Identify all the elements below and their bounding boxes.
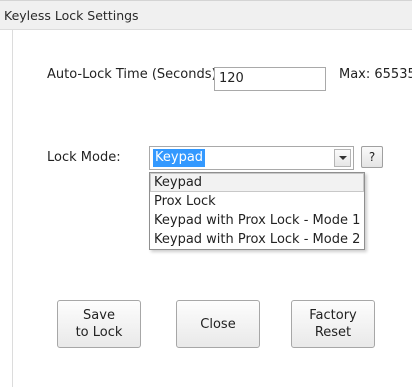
autolock-time-input[interactable]: 120 [214,67,326,91]
lock-mode-option-keypad[interactable]: Keypad [150,173,364,192]
lock-mode-label: Lock Mode: [47,150,121,165]
chevron-down-icon[interactable] [334,149,351,167]
lock-mode-option-keypad-prox-mode-1[interactable]: Keypad with Prox Lock - Mode 1 [150,211,364,230]
title-bar: Keyless Lock Settings [0,0,412,30]
close-button[interactable]: Close [176,300,260,348]
lock-mode-combobox[interactable]: Keypad [149,146,354,170]
lock-mode-dropdown-list: Keypad Prox Lock Keypad with Prox Lock -… [149,172,365,250]
window-title: Keyless Lock Settings [4,8,139,23]
lock-mode-selected-value: Keypad [153,149,206,167]
factory-reset-button[interactable]: Factory Reset [291,300,375,348]
lock-mode-option-prox-lock[interactable]: Prox Lock [150,192,364,211]
panel-border [12,30,13,387]
lock-mode-option-keypad-prox-mode-2[interactable]: Keypad with Prox Lock - Mode 2 [150,230,364,249]
save-to-lock-button[interactable]: Save to Lock [57,300,141,348]
keyless-lock-settings-window: Keyless Lock Settings Auto-Lock Time (Se… [0,0,412,387]
autolock-max-label: Max: 65535 [339,67,412,82]
autolock-time-label: Auto-Lock Time (Seconds): [47,67,221,82]
lock-mode-help-button[interactable]: ? [361,146,383,168]
